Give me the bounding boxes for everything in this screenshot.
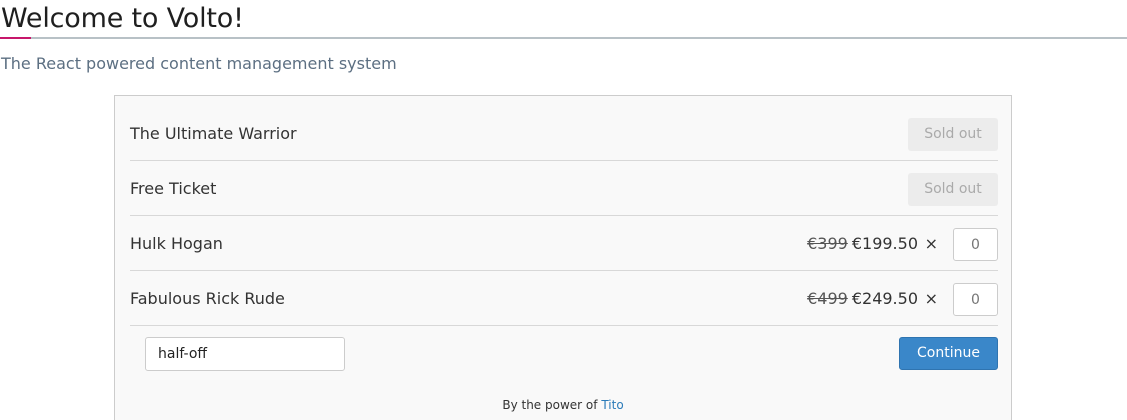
sold-out-badge: Sold out [908,118,998,151]
checkout-row: Continue [130,326,998,381]
page-title: Welcome to Volto! [1,3,244,34]
powered-by: By the power of Tito [115,398,1011,412]
sold-out-badge: Sold out [908,173,998,206]
discount-code-input[interactable] [145,337,345,371]
ticket-row: Free Ticket Sold out [130,161,998,216]
ticket-price: €399 €199.50 [807,234,918,253]
ticket-name: Hulk Hogan [130,234,223,253]
title-accent-bar [0,37,31,39]
original-price: €399 [807,234,848,253]
multiply-icon: × [924,289,938,308]
page-subtitle: The React powered content management sys… [1,54,397,73]
ticket-list: The Ultimate Warrior Sold out Free Ticke… [130,106,998,381]
ticket-row: Hulk Hogan €399 €199.50 × [130,216,998,271]
discounted-price: €199.50 [851,234,918,253]
ticket-name: The Ultimate Warrior [130,124,297,143]
ticket-row: Fabulous Rick Rude €499 €249.50 × [130,271,998,326]
tito-ticket-widget: The Ultimate Warrior Sold out Free Ticke… [114,95,1012,420]
ticket-row: The Ultimate Warrior Sold out [130,106,998,161]
multiply-icon: × [924,234,938,253]
quantity-input[interactable] [953,228,998,261]
title-divider [0,37,1127,39]
tito-link[interactable]: Tito [601,398,623,412]
page: Welcome to Volto! The React powered cont… [0,0,1127,420]
ticket-name: Free Ticket [130,179,217,198]
original-price: €499 [807,289,848,308]
continue-button[interactable]: Continue [899,337,998,370]
ticket-name: Fabulous Rick Rude [130,289,285,308]
discounted-price: €249.50 [851,289,918,308]
quantity-input[interactable] [953,283,998,316]
powered-by-text: By the power of [502,398,598,412]
ticket-price: €499 €249.50 [807,289,918,308]
